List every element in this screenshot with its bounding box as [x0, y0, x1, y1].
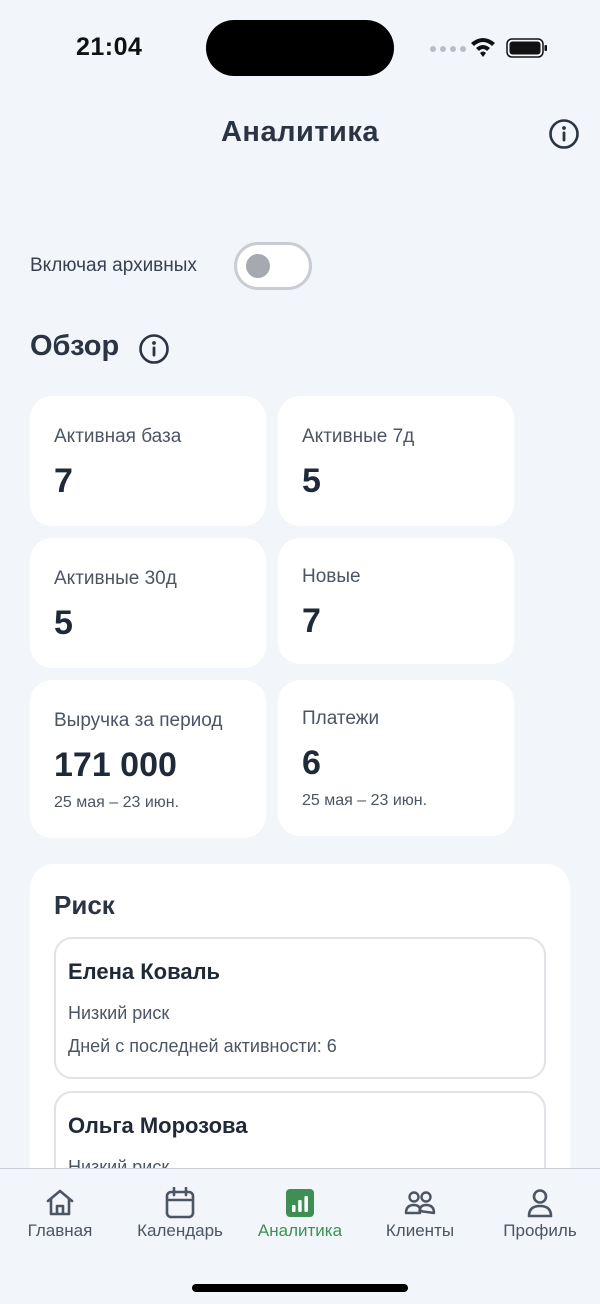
analytics-icon	[286, 1189, 314, 1217]
overview-info-icon[interactable]	[138, 333, 170, 365]
clients-icon	[404, 1191, 436, 1215]
metric-period: 25 мая – 23 июн.	[54, 794, 180, 811]
tab-label: Профиль	[503, 1221, 577, 1240]
metric-card-payments: Платежи 6 25 мая – 23 июн.	[278, 680, 514, 836]
tab-analytics[interactable]: Аналитика	[240, 1183, 360, 1243]
tab-calendar[interactable]: Календарь	[120, 1183, 240, 1243]
battery-icon	[506, 38, 547, 58]
metric-value: 5	[54, 604, 73, 642]
metric-value: 7	[54, 462, 73, 500]
metric-value: 6	[302, 744, 321, 782]
client-name: Ольга Морозова	[68, 1113, 248, 1138]
wifi-icon	[471, 38, 495, 57]
days-since-activity: Дней с последней активности: 6	[68, 1036, 337, 1056]
risk-title: Риск	[54, 890, 115, 920]
dynamic-island	[206, 20, 394, 76]
risk-panel: Риск Елена Коваль Низкий риск Дней с пос…	[30, 864, 570, 1233]
metric-value: 5	[302, 462, 321, 500]
profile-icon	[527, 1189, 553, 1218]
client-name: Елена Коваль	[68, 959, 221, 984]
metric-card-new: Новые 7	[278, 538, 514, 664]
metric-label: Новые	[302, 566, 361, 587]
metric-label: Активные 30д	[54, 568, 177, 589]
tab-label: Главная	[27, 1221, 93, 1240]
tab-label: Календарь	[137, 1221, 223, 1240]
info-icon[interactable]	[548, 118, 580, 150]
metric-card-active-7d: Активные 7д 5	[278, 396, 514, 526]
metric-label: Выручка за период	[54, 710, 223, 731]
metric-label: Активные 7д	[302, 426, 415, 447]
overview-title: Обзор	[30, 330, 120, 362]
tab-clients[interactable]: Клиенты	[360, 1183, 480, 1243]
risk-client-card[interactable]: Елена Коваль Низкий риск Дней с последне…	[54, 937, 546, 1079]
risk-level: Низкий риск	[68, 1003, 170, 1023]
tab-label: Клиенты	[385, 1221, 455, 1240]
tab-home[interactable]: Главная	[0, 1183, 120, 1243]
home-icon	[46, 1189, 74, 1216]
cellular-signal-icon	[430, 46, 466, 52]
metric-value: 7	[302, 602, 321, 640]
metric-label: Платежи	[302, 708, 380, 729]
metric-card-active-30d: Активные 30д 5	[30, 538, 266, 668]
metric-label: Активная база	[54, 426, 182, 447]
include-archived-toggle[interactable]	[234, 242, 312, 290]
include-archived-label: Включая архивных	[30, 255, 197, 276]
metric-period: 25 мая – 23 июн.	[302, 792, 428, 809]
status-bar: 21:04	[0, 0, 600, 96]
metric-card-revenue: Выручка за период 171 000 25 мая – 23 ию…	[30, 680, 266, 838]
metric-value: 171 000	[54, 746, 177, 784]
toggle-knob	[246, 254, 270, 278]
home-indicator	[192, 1284, 408, 1292]
calendar-icon	[165, 1187, 195, 1219]
metric-card-active-base: Активная база 7	[30, 396, 266, 526]
status-time: 21:04	[76, 33, 143, 61]
tab-profile[interactable]: Профиль	[480, 1183, 600, 1243]
tab-label: Аналитика	[257, 1221, 343, 1240]
page-title: Аналитика	[220, 116, 379, 148]
